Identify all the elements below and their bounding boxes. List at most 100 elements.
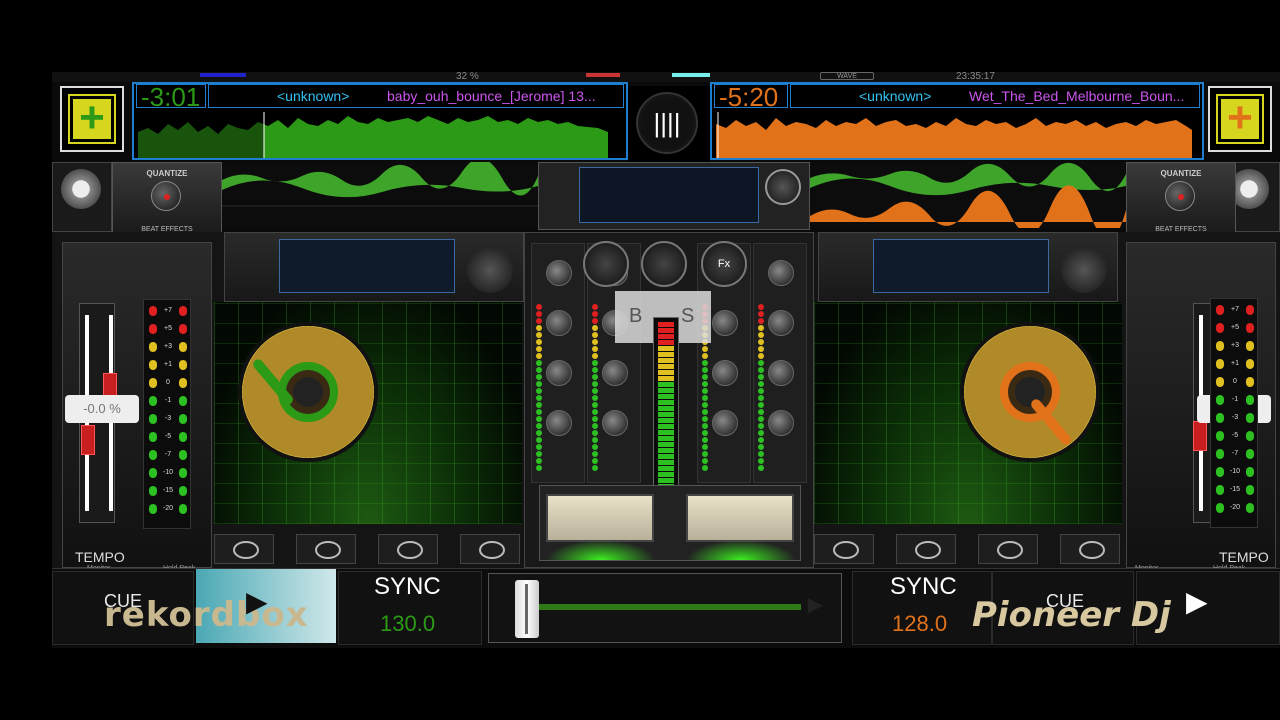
deck-b-platter[interactable] bbox=[814, 302, 1122, 524]
meter-led bbox=[1246, 341, 1254, 351]
eq-knob[interactable] bbox=[546, 310, 572, 336]
deck-b-quantize[interactable]: QUANTIZE BEAT EFFECTS bbox=[1126, 162, 1236, 234]
deck-b-time: -5:20 bbox=[714, 84, 788, 110]
color-knob[interactable] bbox=[978, 534, 1038, 564]
meter-led bbox=[149, 378, 157, 388]
channel-led bbox=[758, 346, 764, 352]
color-knob[interactable] bbox=[296, 534, 356, 564]
mixer-knob-2[interactable] bbox=[641, 241, 687, 287]
channel-led bbox=[702, 388, 708, 394]
deck-b-level-meter: +7 +5 +3 +1 0 -1 -3 -5 -7 -10 -15 -20 bbox=[1210, 298, 1258, 528]
add-track-button-right[interactable]: + bbox=[1208, 86, 1272, 152]
deck-a-overview-waveform[interactable] bbox=[222, 162, 538, 228]
deck-a-waveform[interactable] bbox=[138, 112, 618, 158]
channel-led bbox=[536, 360, 542, 366]
channel-led bbox=[758, 318, 764, 324]
channel-led bbox=[702, 353, 708, 359]
meter-led bbox=[1246, 305, 1254, 315]
eq-knob[interactable] bbox=[602, 410, 628, 436]
eq-knob[interactable] bbox=[602, 360, 628, 386]
deck-a-tempo-label: TEMPO bbox=[75, 549, 125, 565]
color-knob[interactable] bbox=[214, 534, 274, 564]
meter-scale-label: -20 bbox=[162, 505, 174, 512]
channel-led bbox=[702, 395, 708, 401]
master-vu-segment bbox=[658, 322, 674, 327]
meter-led bbox=[1246, 359, 1254, 369]
meter-led bbox=[1246, 449, 1254, 459]
quantize-knob[interactable] bbox=[151, 181, 181, 211]
eq-knob[interactable] bbox=[712, 360, 738, 386]
mixer-knob-1[interactable] bbox=[583, 241, 629, 287]
crossfader[interactable]: ▶ bbox=[488, 573, 842, 643]
master-vu-segment bbox=[658, 430, 674, 435]
master-vu-segment bbox=[658, 340, 674, 345]
deck-a-pitch-fader[interactable] bbox=[81, 425, 95, 455]
meter-led bbox=[149, 342, 157, 352]
channel-led bbox=[592, 395, 598, 401]
record-icon[interactable] bbox=[765, 169, 801, 205]
deck-b-vinyl[interactable] bbox=[960, 322, 1100, 462]
meter-led bbox=[179, 396, 187, 406]
deck-a-pitch-fader-2[interactable] bbox=[103, 373, 117, 397]
deck-a-sync-button[interactable]: SYNC bbox=[374, 573, 441, 601]
deck-b-overview-waveform[interactable] bbox=[810, 162, 1126, 228]
channel-led bbox=[536, 465, 542, 471]
eq-knob[interactable] bbox=[712, 310, 738, 336]
color-knob[interactable] bbox=[1060, 534, 1120, 564]
deck-a-info[interactable]: -3:01 <unknown> baby_ouh_bounce_[Jerome]… bbox=[132, 82, 628, 160]
deck-b-info[interactable]: -5:20 <unknown> Wet_The_Bed_Melbourne_Bo… bbox=[710, 82, 1204, 160]
status-bar: 32 % WAVE 23:35:17 bbox=[52, 72, 1280, 82]
quantize-knob[interactable] bbox=[1165, 181, 1195, 211]
battery-bar bbox=[200, 73, 246, 77]
vu-glow-right bbox=[686, 540, 796, 560]
deck-b-pitch-fader[interactable] bbox=[1193, 421, 1207, 451]
eq-knob[interactable] bbox=[768, 310, 794, 336]
meter-led bbox=[179, 468, 187, 478]
deck-b-mini-jog[interactable] bbox=[1061, 247, 1107, 293]
eq-knob[interactable] bbox=[768, 360, 794, 386]
channel-led bbox=[592, 423, 598, 429]
deck-b-cue-button[interactable]: CUE bbox=[1046, 591, 1084, 612]
eq-knob[interactable] bbox=[546, 410, 572, 436]
deck-a-vinyl[interactable] bbox=[238, 322, 378, 462]
level-bar-red bbox=[586, 73, 620, 77]
eq-knob[interactable] bbox=[712, 410, 738, 436]
meter-scale-label: +5 bbox=[164, 325, 172, 332]
mixer-channel-4 bbox=[753, 243, 807, 483]
color-knob[interactable] bbox=[814, 534, 874, 564]
color-knob[interactable] bbox=[896, 534, 956, 564]
meter-led bbox=[1246, 377, 1254, 387]
vu-meter-panel bbox=[539, 485, 801, 561]
channel-led bbox=[536, 367, 542, 373]
add-track-button-left[interactable]: + bbox=[60, 86, 124, 152]
fx-knob[interactable]: Fx bbox=[701, 241, 747, 287]
deck-b-waveform[interactable] bbox=[716, 112, 1196, 158]
color-knob[interactable] bbox=[460, 534, 520, 564]
channel-led bbox=[702, 451, 708, 457]
color-knob[interactable] bbox=[378, 534, 438, 564]
wave-mode-label[interactable]: WAVE bbox=[820, 72, 874, 80]
channel-led bbox=[536, 451, 542, 457]
deck-a-platter[interactable] bbox=[214, 302, 522, 524]
channel-led bbox=[702, 465, 708, 471]
master-vu-segment bbox=[658, 370, 674, 375]
channel-led bbox=[536, 332, 542, 338]
b-label: B bbox=[629, 305, 643, 327]
menu-bars-icon[interactable]: |||| bbox=[636, 92, 698, 154]
deck-a-mini-jog[interactable] bbox=[467, 247, 513, 293]
deck-a-cue-button[interactable]: CUE bbox=[104, 591, 142, 612]
crossfader-handle[interactable] bbox=[515, 580, 539, 638]
eq-knob[interactable] bbox=[546, 360, 572, 386]
deck-a-quantize[interactable]: QUANTIZE BEAT EFFECTS bbox=[112, 162, 222, 234]
eq-knob[interactable] bbox=[546, 260, 572, 286]
eq-knob[interactable] bbox=[768, 260, 794, 286]
eq-knob[interactable] bbox=[768, 410, 794, 436]
channel-led bbox=[758, 311, 764, 317]
meter-led bbox=[179, 450, 187, 460]
deck-b-sync-button[interactable]: SYNC bbox=[890, 573, 957, 601]
deck-a-title-bar: <unknown> baby_ouh_bounce_[Jerome] 13... bbox=[208, 84, 624, 108]
channel-led bbox=[536, 423, 542, 429]
deck-a-gain-dial[interactable] bbox=[52, 162, 112, 232]
meter-scale-label: +7 bbox=[1231, 306, 1239, 313]
master-vu-segment bbox=[658, 406, 674, 411]
